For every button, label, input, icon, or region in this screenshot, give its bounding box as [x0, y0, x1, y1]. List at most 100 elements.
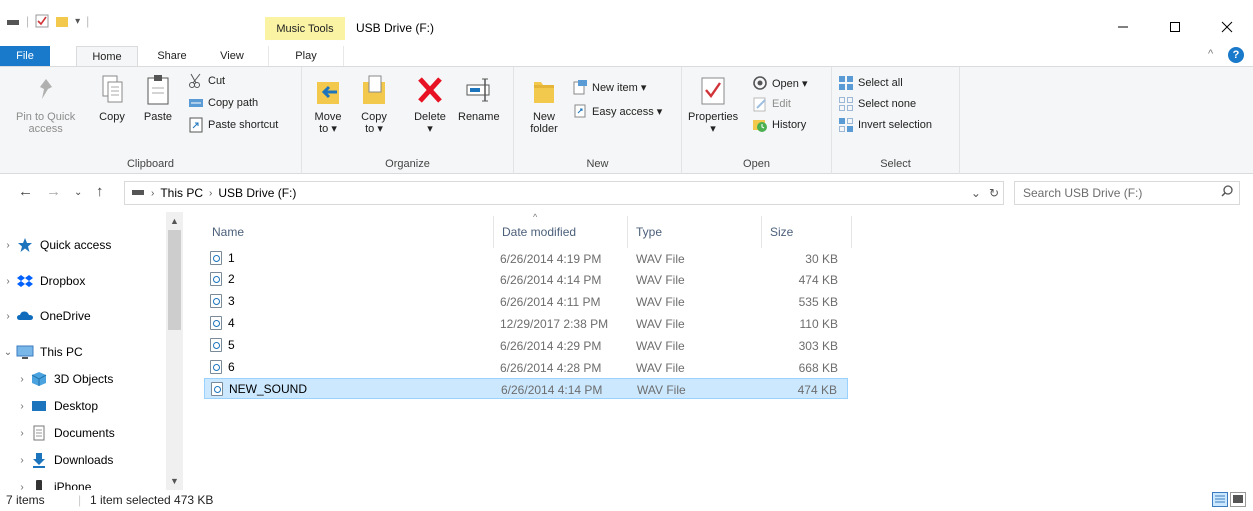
open-button[interactable]: Open ▾ [752, 73, 808, 93]
expand-chevron-icon[interactable]: › [14, 455, 30, 466]
file-type: WAV File [636, 273, 685, 287]
new-folder-button[interactable]: New folder [528, 73, 560, 135]
file-row[interactable]: 5 6/26/2014 4:29 PM WAV File 303 KB [204, 335, 848, 356]
file-type: WAV File [636, 317, 685, 331]
new-folder-qat-icon[interactable] [55, 14, 69, 28]
large-icons-view-button[interactable] [1230, 492, 1246, 507]
file-date: 6/26/2014 4:29 PM [500, 339, 602, 353]
address-bar[interactable]: › This PC › USB Drive (F:) ⌄ ↻ [124, 181, 1004, 205]
file-name-cell: 6 [210, 360, 235, 374]
column-header-size[interactable]: Size [762, 216, 852, 248]
tab-file[interactable]: File [0, 46, 50, 66]
expand-chevron-icon[interactable]: › [0, 311, 16, 322]
copy-to-button[interactable]: Copy to ▾ [358, 73, 390, 135]
delete-button[interactable]: Delete ▾ [414, 73, 446, 135]
tab-play[interactable]: Play [268, 46, 344, 66]
column-header-date-modified[interactable]: Date modified [494, 216, 628, 248]
history-icon [752, 117, 768, 133]
paste-shortcut-button[interactable]: Paste shortcut [188, 115, 278, 135]
search-input[interactable]: Search USB Drive (F:) [1014, 181, 1240, 205]
nav-item-iphone[interactable]: › iPhone [14, 474, 91, 490]
cut-button[interactable]: Cut [188, 71, 225, 91]
nav-item-onedrive[interactable]: › OneDrive [0, 303, 90, 329]
nav-item-dropbox[interactable]: › Dropbox [0, 268, 85, 294]
search-icon[interactable] [1221, 185, 1233, 200]
breadcrumb-usb-drive[interactable]: USB Drive (F:) [218, 186, 296, 200]
rename-icon [463, 73, 495, 107]
nav-item-this-pc[interactable]: ⌄ This PC [0, 339, 83, 365]
music-tools-context-tab[interactable]: Music Tools [265, 17, 345, 40]
file-row[interactable]: 1 6/26/2014 4:19 PM WAV File 30 KB [204, 248, 848, 269]
file-row[interactable]: 3 6/26/2014 4:11 PM WAV File 535 KB [204, 291, 848, 312]
expand-chevron-icon[interactable]: › [14, 374, 30, 385]
address-history-chevron-icon[interactable]: ⌄ [971, 186, 981, 200]
nav-item-quick-access[interactable]: › Quick access [0, 232, 111, 258]
copy-path-button[interactable]: Copy path [188, 93, 258, 113]
file-size: 535 KB [798, 295, 838, 309]
scroll-up-arrow-icon[interactable]: ▲ [170, 216, 179, 226]
maximize-button[interactable] [1152, 14, 1198, 40]
select-none-button[interactable]: Select none [838, 94, 916, 114]
easy-access-button[interactable]: Easy access ▾ [572, 101, 662, 121]
move-to-button[interactable]: Move to ▾ [312, 73, 344, 135]
back-arrow-icon[interactable]: ← [18, 183, 33, 200]
recent-locations-chevron-icon[interactable]: ⌄ [74, 187, 82, 198]
refresh-icon[interactable]: ↻ [989, 186, 999, 200]
expand-chevron-icon[interactable]: › [14, 401, 30, 412]
expand-chevron-icon[interactable]: › [14, 428, 30, 439]
wav-file-icon [210, 272, 222, 286]
nav-item-documents[interactable]: › Documents [14, 420, 115, 446]
breadcrumb-separator: › [209, 187, 213, 199]
expand-chevron-icon[interactable]: › [0, 240, 16, 251]
file-size: 303 KB [798, 339, 838, 353]
status-bar: 7 items | 1 item selected 473 KB [0, 490, 1253, 511]
pin-label-1: Pin to Quick [16, 111, 76, 123]
file-row[interactable]: 2 6/26/2014 4:14 PM WAV File 474 KB [204, 269, 848, 290]
properties-button[interactable]: Properties ▾ [688, 73, 738, 135]
file-row-selected[interactable]: NEW_SOUND 6/26/2014 4:14 PM WAV File 474… [204, 378, 848, 399]
tab-share[interactable]: Share [150, 46, 194, 66]
rename-button[interactable]: Rename [458, 73, 500, 123]
help-icon[interactable]: ? [1228, 47, 1244, 63]
file-row[interactable]: 4 12/29/2017 2:38 PM WAV File 110 KB [204, 313, 848, 334]
collapse-ribbon-icon[interactable]: ^ [1208, 48, 1213, 60]
column-header-name[interactable]: Name [204, 216, 494, 248]
breadcrumb-this-pc[interactable]: This PC [160, 186, 203, 200]
forward-arrow-icon[interactable]: → [46, 183, 61, 200]
expand-chevron-icon[interactable]: › [14, 482, 30, 491]
up-arrow-icon[interactable]: ↑ [96, 183, 104, 200]
customize-qat-icon[interactable]: ▾ [75, 16, 80, 27]
dropbox-icon [16, 273, 34, 289]
new-item-button[interactable]: New item ▾ [572, 77, 646, 97]
history-button[interactable]: History [752, 115, 806, 135]
clipboard-group-label: Clipboard [126, 158, 175, 170]
scroll-down-arrow-icon[interactable]: ▼ [170, 476, 179, 486]
tab-view[interactable]: View [212, 46, 252, 66]
column-header-type[interactable]: Type [628, 216, 762, 248]
paste-icon [142, 73, 174, 107]
file-name: 1 [228, 251, 235, 265]
expand-chevron-icon[interactable]: › [0, 276, 16, 287]
delete-dropdown-icon[interactable]: ▾ [427, 123, 433, 135]
nav-item-3d-objects[interactable]: › 3D Objects [14, 366, 113, 392]
close-button[interactable] [1204, 14, 1250, 40]
navigation-pane: › Quick access › Dropbox › OneDrive ⌄ Th… [0, 212, 185, 490]
properties-qat-icon[interactable] [35, 14, 49, 28]
select-all-button[interactable]: Select all [838, 73, 903, 93]
tab-home[interactable]: Home [76, 46, 138, 67]
paste-button[interactable]: Paste [142, 73, 174, 123]
pin-to-quick-access-button[interactable]: Pin to Quick access [16, 73, 75, 135]
invert-selection-button[interactable]: Invert selection [838, 115, 932, 135]
scrollbar-thumb[interactable] [168, 230, 181, 330]
nav-item-downloads[interactable]: › Downloads [14, 447, 113, 473]
minimize-button[interactable] [1100, 14, 1146, 40]
details-view-button[interactable] [1212, 492, 1228, 507]
nav-item-desktop[interactable]: › Desktop [14, 393, 98, 419]
properties-dropdown-icon[interactable]: ▾ [710, 123, 716, 135]
copy-button[interactable]: Copy [96, 73, 128, 123]
separator: | [26, 14, 30, 28]
nav-pane-scrollbar[interactable]: ▲ ▼ [166, 212, 183, 490]
file-row[interactable]: 6 6/26/2014 4:28 PM WAV File 668 KB [204, 357, 848, 378]
collapse-chevron-icon[interactable]: ⌄ [0, 347, 16, 358]
edit-button[interactable]: Edit [752, 94, 791, 114]
